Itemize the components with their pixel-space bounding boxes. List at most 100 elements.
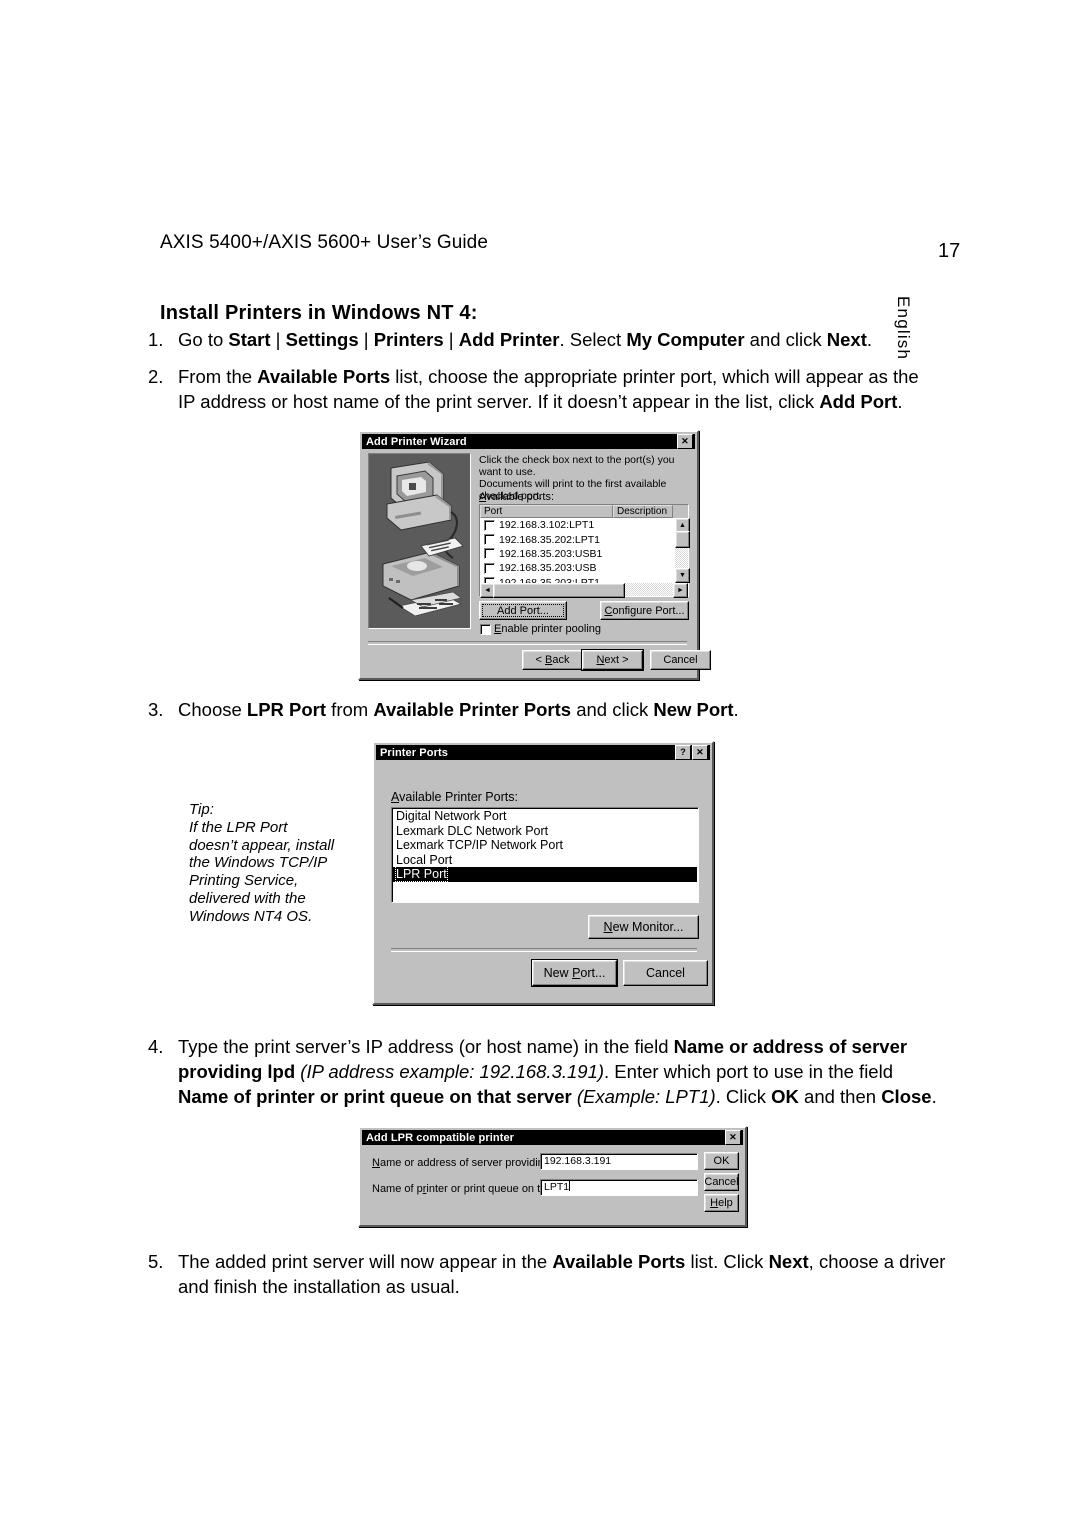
printer-port-item[interactable]: Digital Network Port xyxy=(393,809,697,824)
port-row[interactable]: 192.168.35.202:LPT1 xyxy=(480,532,675,546)
ports-horizontal-scrollbar[interactable]: ◄ ► xyxy=(480,583,688,598)
port-checkbox[interactable] xyxy=(484,562,495,574)
add-port-button-label: Add Port... xyxy=(497,604,549,617)
lpr-cancel-button-label: Cancel xyxy=(704,1176,739,1188)
horizontal-scroll-thumb[interactable] xyxy=(493,583,625,598)
printer-port-item-label: LPR Port xyxy=(395,866,448,882)
ports-column-headers: Port Description xyxy=(480,505,688,518)
next-button[interactable]: Next > xyxy=(582,650,643,670)
printer-ports-rows-container: Digital Network Port Lexmark DLC Network … xyxy=(393,809,697,882)
step-2-number: 2. xyxy=(148,366,164,387)
available-ports-listbox[interactable]: Port Description 192.168.3.102:LPT1 192.1… xyxy=(479,504,690,598)
printer-port-item-label: Lexmark DLC Network Port xyxy=(396,823,549,838)
server-address-value: 192.168.3.191 xyxy=(544,1155,612,1167)
column-header-description[interactable]: Description xyxy=(613,505,673,518)
port-checkbox[interactable] xyxy=(484,534,495,546)
new-port-button[interactable]: New Port... xyxy=(532,960,617,986)
printer-ports-title: Printer Ports xyxy=(380,746,448,759)
port-checkbox[interactable] xyxy=(484,548,495,560)
printer-queue-field[interactable]: LPT1 xyxy=(540,1179,698,1196)
printer-port-item-label: Lexmark TCP/IP Network Port xyxy=(396,838,563,852)
computer-and-printer-illustration xyxy=(368,453,471,629)
help-icon[interactable]: ? xyxy=(675,745,691,760)
ports-vertical-scrollbar[interactable]: ▲ ▼ xyxy=(675,518,690,583)
wizard-instruction-line-1: Click the check box next to the port(s) … xyxy=(479,454,675,478)
add-lpr-compatible-printer-dialog: Add LPR compatible printer ✕ Name or add… xyxy=(358,1126,747,1227)
vertical-scroll-thumb[interactable] xyxy=(675,531,690,548)
port-name: 192.168.3.102:LPT1 xyxy=(499,519,595,532)
tip-label: Tip: xyxy=(189,801,214,818)
lpr-help-button-label: Help xyxy=(710,1197,733,1209)
step-4: 4. Type the print server’s IP address (o… xyxy=(148,1034,948,1109)
lpr-cancel-button[interactable]: Cancel xyxy=(704,1173,739,1191)
lpr-help-button[interactable]: Help xyxy=(704,1194,739,1212)
new-monitor-button-label: New Monitor... xyxy=(603,920,684,934)
printer-port-item-label: Local Port xyxy=(396,852,453,867)
tip-block: Tip: If the LPR Port doesn’t appear, ins… xyxy=(189,801,339,926)
printer-ports-cancel-button[interactable]: Cancel xyxy=(623,960,708,986)
step-5: 5. The added print server will now appea… xyxy=(148,1249,948,1299)
server-address-field[interactable]: 192.168.3.191 xyxy=(540,1153,698,1170)
close-icon[interactable]: ✕ xyxy=(692,745,708,760)
lpr-titlebar: Add LPR compatible printer ✕ xyxy=(362,1130,743,1145)
wizard-cancel-button[interactable]: Cancel xyxy=(650,650,711,670)
lpr-ok-button-label: OK xyxy=(713,1155,730,1167)
port-name: 192.168.35.203:USB1 xyxy=(499,547,603,560)
running-head: AXIS 5400+/AXIS 5600+ User’s Guide xyxy=(160,232,489,253)
wizard-artwork-svg xyxy=(369,454,470,628)
printer-ports-dialog: Printer Ports ? ✕ Available Printer Port… xyxy=(372,741,714,1005)
scroll-down-icon[interactable]: ▼ xyxy=(675,568,690,583)
available-printer-ports-label: Available Printer Ports: xyxy=(391,790,518,804)
step-3-number: 3. xyxy=(148,699,164,720)
back-button-label: < Back xyxy=(535,654,570,666)
step-2: 2. From the Available Ports list, choose… xyxy=(148,364,938,414)
port-row[interactable]: 192.168.3.102:LPT1 xyxy=(480,518,675,532)
step-4-number: 4. xyxy=(148,1036,164,1057)
enable-printer-pooling-checkbox[interactable] xyxy=(480,624,491,635)
wizard-cancel-button-label: Cancel xyxy=(663,654,698,666)
printer-ports-listbox[interactable]: Digital Network Port Lexmark DLC Network … xyxy=(391,807,699,903)
configure-port-button[interactable]: Configure Port... xyxy=(600,601,689,620)
back-button[interactable]: < Back xyxy=(522,650,583,670)
new-port-button-label: New Port... xyxy=(543,966,606,980)
close-icon[interactable]: ✕ xyxy=(725,1130,741,1145)
wizard-separator xyxy=(368,641,687,645)
step-3-text: Choose LPR Port from Available Printer P… xyxy=(178,699,739,720)
step-1-text: Go to Start | Settings | Printers | Add … xyxy=(178,329,873,350)
printer-port-item[interactable]: Lexmark TCP/IP Network Port xyxy=(393,838,697,853)
printer-queue-value: LPT1 xyxy=(544,1181,570,1193)
printer-port-item[interactable]: Lexmark DLC Network Port xyxy=(393,824,697,839)
lpr-ok-button[interactable]: OK xyxy=(704,1152,739,1170)
column-header-port[interactable]: Port xyxy=(480,505,613,518)
port-name: 192.168.35.202:LPT1 xyxy=(499,533,601,546)
port-name: 192.168.35.203:USB xyxy=(499,562,597,575)
add-printer-wizard-dialog: Add Printer Wizard ✕ Click the check box… xyxy=(358,430,711,680)
configure-port-button-label: Configure Port... xyxy=(604,604,685,617)
printer-port-item-label: Digital Network Port xyxy=(396,809,507,823)
printer-ports-titlebar: Printer Ports ? ✕ xyxy=(376,745,710,760)
step-5-text: The added print server will now appear i… xyxy=(178,1251,946,1297)
port-row[interactable]: 192.168.35.203:USB xyxy=(480,561,675,575)
tip-body: If the LPR Port doesn’t appear, install … xyxy=(189,818,335,925)
printer-ports-separator xyxy=(391,948,697,952)
text-caret xyxy=(569,1181,571,1191)
step-1-number: 1. xyxy=(148,329,164,350)
printer-port-item[interactable]: LPR Port xyxy=(393,866,697,882)
add-port-button[interactable]: Add Port... xyxy=(479,601,567,620)
port-checkbox[interactable] xyxy=(484,519,495,531)
step-2-text: From the Available Ports list, choose th… xyxy=(178,366,919,412)
scroll-right-icon[interactable]: ► xyxy=(673,583,688,598)
enable-printer-pooling-label: Enable printer pooling xyxy=(494,623,602,635)
new-monitor-button[interactable]: New Monitor... xyxy=(588,915,699,939)
document-page: AXIS 5400+/AXIS 5600+ User’s Guide 17 En… xyxy=(0,0,1080,1528)
step-5-number: 5. xyxy=(148,1251,164,1272)
section-heading: Install Printers in Windows NT 4: xyxy=(160,302,478,324)
printer-port-item[interactable]: Local Port xyxy=(393,853,697,868)
close-icon[interactable]: ✕ xyxy=(677,434,693,449)
available-ports-label: Available ports: xyxy=(479,491,555,503)
port-row[interactable]: 192.168.35.203:LPT1 xyxy=(480,576,675,583)
step-1: 1. Go to Start | Settings | Printers | A… xyxy=(148,327,938,352)
ports-rows-container: 192.168.3.102:LPT1 192.168.35.202:LPT1 192… xyxy=(480,518,675,583)
printer-ports-cancel-button-label: Cancel xyxy=(646,966,685,980)
port-row[interactable]: 192.168.35.203:USB1 xyxy=(480,547,675,561)
